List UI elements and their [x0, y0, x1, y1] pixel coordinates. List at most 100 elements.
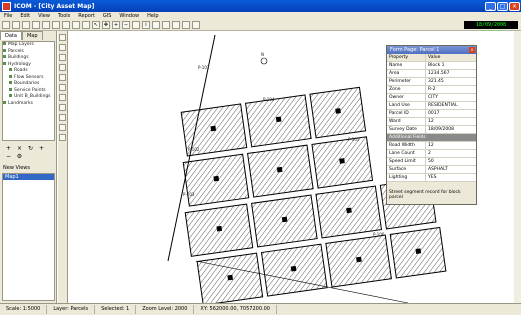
property-row[interactable]: Land Use RESIDENTIAL — [387, 102, 476, 110]
edit-vertex-icon[interactable] — [59, 94, 66, 101]
building-marker[interactable] — [227, 274, 234, 281]
identify-icon[interactable]: i — [142, 21, 150, 29]
building-marker[interactable] — [210, 125, 217, 132]
layer-icon[interactable] — [162, 21, 170, 29]
building-marker[interactable] — [276, 166, 283, 173]
draw-polygon-icon[interactable] — [59, 54, 66, 61]
new-icon[interactable] — [2, 21, 10, 29]
map-label: P-102 — [188, 147, 200, 152]
paste-icon[interactable] — [62, 21, 70, 29]
tree-node[interactable]: Unit B_Buildings — [3, 94, 54, 101]
property-row[interactable]: Zone R-2 — [387, 86, 476, 94]
delete-icon[interactable] — [59, 124, 66, 131]
property-row[interactable]: Survey Date 18/09/2008 — [387, 126, 476, 134]
property-value[interactable]: Block 1 — [426, 62, 476, 69]
property-row[interactable]: Speed Limit 50 — [387, 158, 476, 166]
tab-data[interactable]: Data — [0, 31, 22, 40]
draw-rect-icon[interactable] — [59, 64, 66, 71]
property-value[interactable]: RESIDENTIAL — [426, 102, 476, 109]
property-value[interactable]: 0017 — [426, 110, 476, 117]
tab-map[interactable]: Map — [21, 31, 43, 40]
property-value[interactable]: 321.45 — [426, 78, 476, 85]
property-row[interactable]: Parcel ID 0017 — [387, 110, 476, 118]
menu-help[interactable]: Help — [143, 13, 162, 19]
copy-icon[interactable] — [52, 21, 60, 29]
print-icon[interactable] — [32, 21, 40, 29]
add-icon[interactable]: + — [36, 145, 47, 153]
undo-icon[interactable] — [72, 21, 80, 29]
cut-icon[interactable] — [42, 21, 50, 29]
property-value[interactable]: 12 — [426, 142, 476, 149]
menu-report[interactable]: Report — [74, 13, 99, 19]
property-value[interactable]: 18/09/2008 — [426, 126, 476, 133]
building-marker[interactable] — [346, 207, 352, 214]
text-icon[interactable] — [59, 84, 66, 91]
property-value[interactable]: YES — [426, 174, 476, 181]
property-row[interactable]: Owner CITY — [387, 94, 476, 102]
menu-file[interactable]: File — [0, 13, 16, 19]
building-marker[interactable] — [335, 108, 341, 114]
draw-circle-icon[interactable] — [59, 74, 66, 81]
minimize-button[interactable]: _ — [485, 1, 496, 11]
views-selected-item[interactable]: Map1 — [3, 174, 54, 180]
property-value[interactable]: R-2 — [426, 86, 476, 93]
info-icon[interactable] — [192, 21, 200, 29]
remove-icon[interactable]: − — [3, 153, 14, 161]
zoom-extent-icon[interactable] — [132, 21, 140, 29]
add-icon[interactable]: + — [3, 145, 14, 153]
menu-gis[interactable]: GIS — [99, 13, 116, 19]
property-row[interactable]: Ward 12 — [387, 118, 476, 126]
property-row[interactable]: Road Width 12 — [387, 142, 476, 150]
redo-icon[interactable] — [82, 21, 90, 29]
property-key: Parcel ID — [387, 110, 426, 117]
property-row[interactable]: Surface ASPHALT — [387, 166, 476, 174]
menu-window[interactable]: Window — [115, 13, 143, 19]
map-label: P-101 — [198, 65, 210, 70]
maximize-button[interactable]: □ — [497, 1, 508, 11]
building-marker[interactable] — [281, 216, 288, 223]
building-marker[interactable] — [339, 158, 345, 164]
zoom-in-icon[interactable]: + — [112, 21, 120, 29]
building-marker[interactable] — [275, 116, 282, 123]
select-icon[interactable]: ↖ — [92, 21, 100, 29]
pan-icon[interactable]: ✥ — [102, 21, 110, 29]
building-marker[interactable] — [216, 225, 223, 232]
zoom-out-icon[interactable]: − — [122, 21, 130, 29]
property-value[interactable]: 50 — [426, 158, 476, 165]
property-row[interactable]: Name Block 1 — [387, 62, 476, 70]
property-row[interactable]: Area 1234.567 — [387, 70, 476, 78]
property-value[interactable]: 12 — [426, 118, 476, 125]
building-marker[interactable] — [415, 248, 422, 254]
building-marker[interactable] — [356, 256, 362, 263]
window-title: ICOM - [City Asset Map] — [14, 2, 95, 10]
menu-tools[interactable]: Tools — [54, 13, 74, 19]
rotate-icon[interactable] — [59, 114, 66, 121]
menu-view[interactable]: View — [34, 13, 54, 19]
close-icon[interactable]: × — [469, 47, 475, 53]
building-marker[interactable] — [290, 265, 297, 272]
property-value[interactable]: CITY — [426, 94, 476, 101]
draw-point-icon[interactable] — [59, 34, 66, 41]
open-icon[interactable] — [12, 21, 20, 29]
property-value[interactable]: 1234.567 — [426, 70, 476, 77]
menu-edit[interactable]: Edit — [16, 13, 34, 19]
save-icon[interactable] — [22, 21, 30, 29]
refresh-icon[interactable]: ↻ — [25, 145, 36, 153]
snap-icon[interactable] — [59, 134, 66, 141]
tree-node[interactable]: Landmarks — [3, 101, 54, 108]
vertical-scrollbar[interactable] — [514, 31, 521, 303]
remove-icon[interactable]: × — [14, 145, 25, 153]
property-row[interactable]: Lighting YES — [387, 174, 476, 182]
property-row[interactable]: Lane Count 2 — [387, 150, 476, 158]
building-marker[interactable] — [213, 175, 220, 182]
move-icon[interactable] — [59, 104, 66, 111]
grid-icon[interactable] — [182, 21, 190, 29]
refresh-icon[interactable] — [172, 21, 180, 29]
property-value[interactable]: ASPHALT — [426, 166, 476, 173]
draw-line-icon[interactable] — [59, 44, 66, 51]
measure-icon[interactable] — [152, 21, 160, 29]
close-button[interactable]: × — [509, 1, 520, 11]
property-value[interactable]: 2 — [426, 150, 476, 157]
gear-icon[interactable]: ⚙ — [14, 153, 25, 161]
property-row[interactable]: Perimeter 321.45 — [387, 78, 476, 86]
